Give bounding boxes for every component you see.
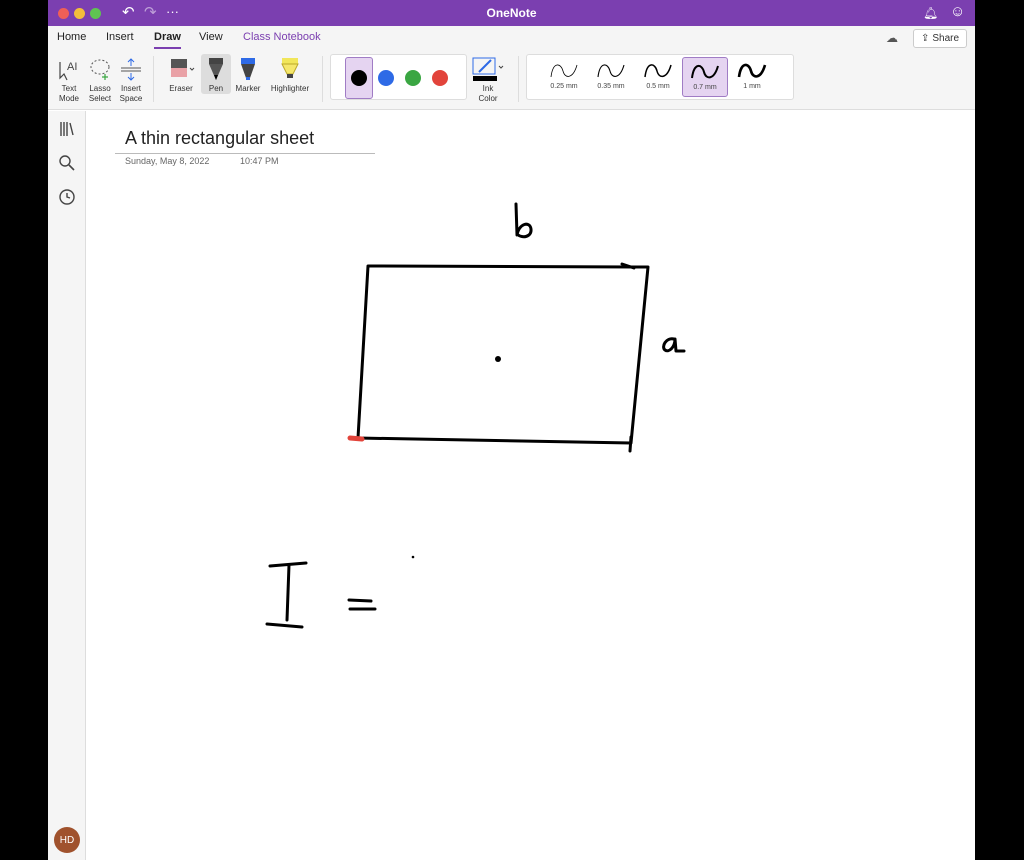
app-title: OneNote <box>486 6 537 20</box>
insert-space-label-1: Insert <box>120 84 141 93</box>
pen-size-0-25[interactable]: 0.25 mm <box>541 57 587 97</box>
text-mode-label-2: Mode <box>58 94 79 103</box>
highlighter-label: Highlighter <box>270 84 310 93</box>
ribbon-divider <box>518 56 519 102</box>
pen-button[interactable]: Pen <box>201 54 231 94</box>
insert-space-icon <box>116 54 146 84</box>
pen-size-0-35[interactable]: 0.35 mm <box>588 57 634 97</box>
onenote-window: ↶ ↷ ··· OneNote 🔔︎ ☺ Home Insert Draw Vi… <box>48 0 975 860</box>
text-mode-button[interactable]: AI Text Mode <box>54 54 84 104</box>
pen-size-label: 0.5 mm <box>646 83 670 90</box>
draw-ribbon: AI Text Mode Lasso Select Insert Space E… <box>48 50 975 110</box>
bell-icon[interactable]: 🔔︎ <box>923 6 938 20</box>
pen-size-gallery: 0.25 mm 0.35 mm 0.5 mm 0.7 mm 1 mm <box>526 54 794 100</box>
lasso-label-2: Select <box>88 94 112 103</box>
ink-letter-a <box>662 337 686 353</box>
ink-color-button[interactable]: Ink Color <box>470 54 506 104</box>
ink-rectangle <box>356 264 650 445</box>
share-button[interactable]: ⇪ Share <box>913 29 967 48</box>
text-mode-label-1: Text <box>61 84 77 93</box>
smiley-icon[interactable]: ☺ <box>950 3 965 20</box>
ribbon-tabs: Home Insert Draw View Class Notebook ☁ <box>48 26 975 50</box>
pen-stroke-icon <box>691 65 719 79</box>
tab-insert[interactable]: Insert <box>106 31 134 43</box>
ink-color-label-1: Ink <box>482 84 494 93</box>
page-canvas[interactable]: A thin rectangular sheet Sunday, May 8, … <box>86 111 975 860</box>
pen-size-label: 0.35 mm <box>597 83 625 90</box>
pen-size-label: 1 mm <box>743 83 761 90</box>
marker-button[interactable]: Marker <box>233 54 263 94</box>
green-swatch[interactable] <box>405 70 421 86</box>
ink-color-swatches <box>330 54 467 100</box>
user-avatar[interactable]: HD <box>54 827 80 853</box>
highlighter-button[interactable]: Highlighter <box>265 54 315 94</box>
tab-class-notebook[interactable]: Class Notebook <box>243 31 321 43</box>
pen-stroke-icon <box>737 63 767 78</box>
ink-color-label-2: Color <box>478 94 498 103</box>
pen-size-label: 0.7 mm <box>693 84 717 91</box>
share-label: Share <box>932 33 960 44</box>
ink-center-dot <box>495 356 501 362</box>
ink-red-mark <box>347 435 365 442</box>
blue-swatch[interactable] <box>378 70 394 86</box>
pen-label: Pen <box>208 84 224 93</box>
marker-label: Marker <box>235 84 261 93</box>
pen-stroke-icon <box>644 64 672 78</box>
ink-drawing[interactable] <box>86 111 975 860</box>
lasso-label-1: Lasso <box>89 84 111 93</box>
pen-size-label: 0.25 mm <box>550 83 578 90</box>
eraser-icon <box>163 54 199 84</box>
black-swatch[interactable] <box>351 70 367 86</box>
ribbon-divider <box>322 56 323 102</box>
marker-icon <box>233 54 263 84</box>
eraser-label: Eraser <box>169 84 193 93</box>
ink-dot <box>411 555 415 559</box>
highlighter-icon <box>265 54 315 84</box>
tab-view[interactable]: View <box>199 31 223 43</box>
ink-letter-i <box>265 561 308 629</box>
insert-space-button[interactable]: Insert Space <box>116 54 146 104</box>
pen-size-1[interactable]: 1 mm <box>729 57 775 97</box>
svg-text:AI: AI <box>67 61 77 73</box>
insert-space-label-2: Space <box>119 94 143 103</box>
pen-icon <box>201 54 231 84</box>
lasso-select-button[interactable]: Lasso Select <box>86 54 114 104</box>
red-swatch[interactable] <box>432 70 448 86</box>
tab-home[interactable]: Home <box>57 31 86 43</box>
ink-letter-b <box>514 202 533 239</box>
notebooks-icon[interactable] <box>57 119 77 139</box>
ink-equals-sign <box>347 598 377 611</box>
ink-color-icon <box>470 54 506 84</box>
tab-draw[interactable]: Draw <box>154 31 181 49</box>
share-icon: ⇪ <box>920 33 930 44</box>
ink-stroke <box>628 435 633 453</box>
eraser-button[interactable]: Eraser <box>163 54 199 94</box>
title-bar: ↶ ↷ ··· OneNote 🔔︎ ☺ <box>48 0 975 26</box>
navigation-sidebar: HD <box>48 111 86 860</box>
recent-clock-icon[interactable] <box>57 187 77 207</box>
sync-icon[interactable]: ☁ <box>886 31 898 45</box>
lasso-icon <box>86 54 114 84</box>
pen-stroke-icon <box>597 64 625 78</box>
pen-size-0-7[interactable]: 0.7 mm <box>682 57 728 97</box>
pen-size-0-5[interactable]: 0.5 mm <box>635 57 681 97</box>
pen-stroke-icon <box>550 64 578 78</box>
ribbon-divider <box>153 56 154 102</box>
search-icon[interactable] <box>57 153 77 173</box>
text-mode-icon: AI <box>54 54 84 84</box>
